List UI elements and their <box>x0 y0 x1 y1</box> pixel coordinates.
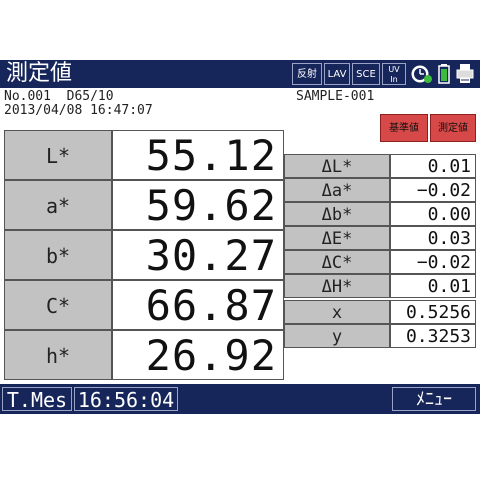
b-star-label: b* <box>4 230 112 280</box>
title-bar: 測定値 反射 LAV SCE UV In <box>0 60 480 88</box>
clock-display: 16:56:04 <box>74 387 178 412</box>
delta-a-label: Δa* <box>284 178 390 202</box>
delta-h-label: ΔH* <box>284 274 390 298</box>
table-row: ΔH* 0.01 <box>284 274 476 298</box>
h-star-label: h* <box>4 330 112 380</box>
chromaticity-y-label: y <box>284 324 390 348</box>
delta-b-value: 0.00 <box>390 202 476 226</box>
sample-name: SAMPLE-001 <box>296 89 375 104</box>
reflection-mode-button[interactable]: 反射 <box>292 63 322 85</box>
screen-title: 測定値 <box>6 61 73 86</box>
menu-button[interactable]: ﾒﾆｭｰ <box>392 387 476 411</box>
chromaticity-x-label: x <box>284 300 390 324</box>
illuminant-observer: D65/10 <box>66 89 114 104</box>
table-row: L* 55.12 <box>4 130 284 180</box>
battery-icon <box>438 64 450 84</box>
table-row: ΔE* 0.03 <box>284 226 476 250</box>
l-star-label: L* <box>4 130 112 180</box>
delta-c-value: −0.02 <box>390 250 476 274</box>
measurement-datetime: 2013/04/08 16:47:07 <box>4 103 153 118</box>
measured-value-button[interactable]: 測定値 <box>430 114 476 142</box>
sample-info-line: No.001 D65/10 <box>4 90 114 104</box>
c-star-value: 66.87 <box>112 280 284 330</box>
delta-a-value: −0.02 <box>390 178 476 202</box>
l-star-value: 55.12 <box>112 130 284 180</box>
table-row: h* 26.92 <box>4 330 284 380</box>
table-row: Δb* 0.00 <box>284 202 476 226</box>
c-star-label: C* <box>4 280 112 330</box>
bottom-bar: T.Mes 16:56:04 ﾒﾆｭｰ <box>0 384 480 414</box>
b-star-value: 30.27 <box>112 230 284 280</box>
delta-e-value: 0.03 <box>390 226 476 250</box>
h-star-value: 26.92 <box>112 330 284 380</box>
table-row: Δa* −0.02 <box>284 178 476 202</box>
table-row: C* 66.87 <box>4 280 284 330</box>
a-star-label: a* <box>4 180 112 230</box>
table-row: y 0.3253 <box>284 324 476 348</box>
printer-icon <box>456 64 474 83</box>
sce-button[interactable]: SCE <box>352 63 380 85</box>
uv-in-button[interactable]: UV In <box>382 63 406 85</box>
globe-clock-icon <box>411 65 432 83</box>
delta-b-label: Δb* <box>284 202 390 226</box>
chromaticity-y-value: 0.3253 <box>390 324 476 348</box>
table-row: ΔC* −0.02 <box>284 250 476 274</box>
delta-l-label: ΔL* <box>284 154 390 178</box>
table-row: ΔL* 0.01 <box>284 154 476 178</box>
mode-button[interactable]: T.Mes <box>2 387 72 412</box>
reference-value-button[interactable]: 基準値 <box>380 114 428 142</box>
table-row: a* 59.62 <box>4 180 284 230</box>
table-row: x 0.5256 <box>284 300 476 324</box>
sample-number: No.001 <box>4 89 51 104</box>
delta-c-label: ΔC* <box>284 250 390 274</box>
delta-h-value: 0.01 <box>390 274 476 298</box>
lav-button[interactable]: LAV <box>324 63 350 85</box>
instrument-screen: 測定値 反射 LAV SCE UV In No.001 D65/10 2013/… <box>0 60 480 416</box>
chromaticity-x-value: 0.5256 <box>390 300 476 324</box>
a-star-value: 59.62 <box>112 180 284 230</box>
delta-e-label: ΔE* <box>284 226 390 250</box>
table-row: b* 30.27 <box>4 230 284 280</box>
delta-l-value: 0.01 <box>390 154 476 178</box>
